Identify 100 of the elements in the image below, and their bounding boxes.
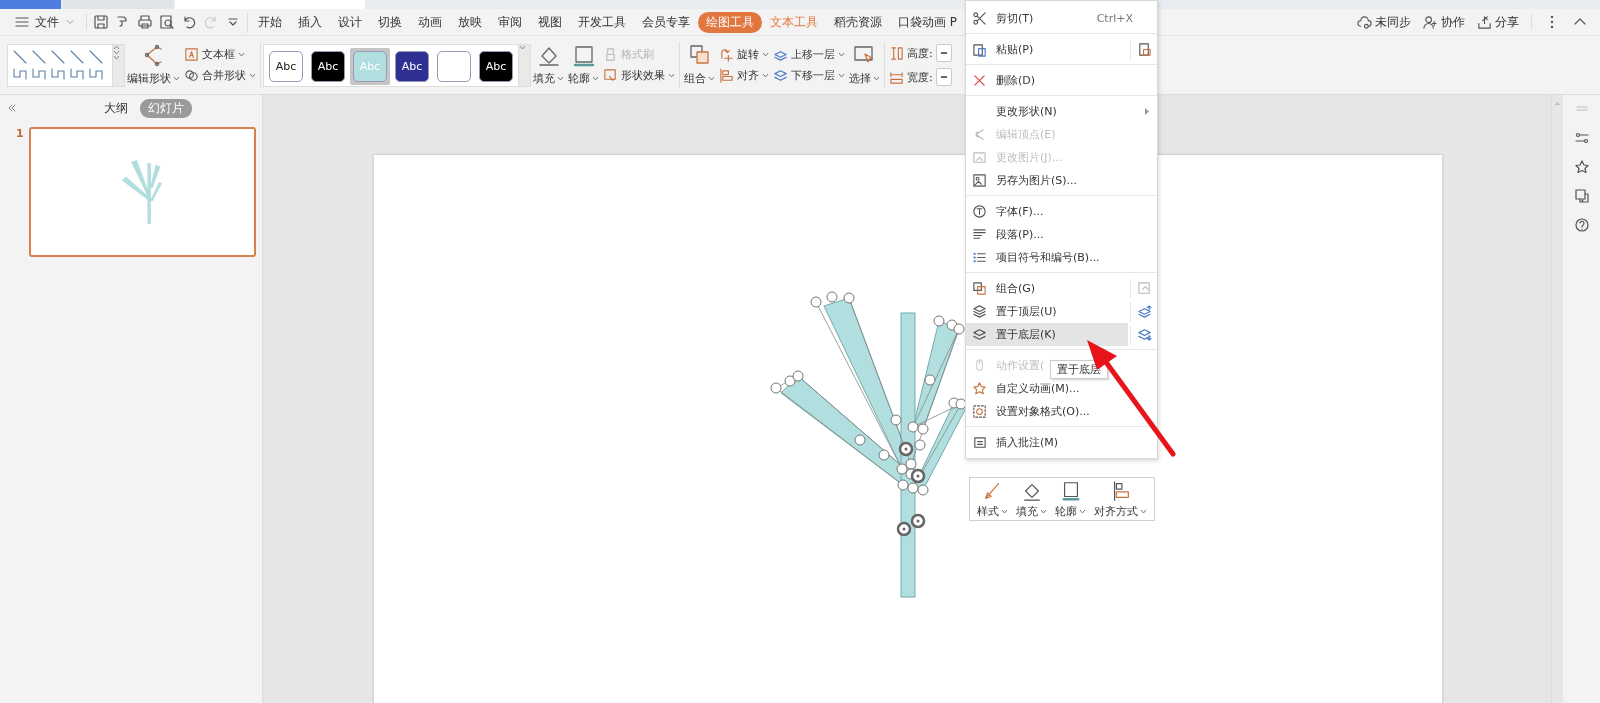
style-swatch[interactable]: Abc [311, 50, 345, 82]
size-field[interactable] [935, 68, 952, 86]
menu-item[interactable]: 自定义动画(M)... [966, 377, 1155, 400]
text-box-icon [184, 47, 199, 62]
menu-item[interactable]: 组合(G) [966, 277, 1128, 300]
ribbon-tab[interactable]: 切换 [370, 11, 410, 33]
menu-item[interactable]: 插入批注(M) [966, 431, 1155, 454]
menu-item[interactable]: 更改形状(N) [966, 100, 1155, 123]
merge-shapes-icon [184, 68, 199, 83]
cloud-icon [1357, 14, 1372, 30]
scissors-icon [972, 11, 987, 26]
change-picture-icon [972, 150, 987, 165]
ribbon-tab[interactable]: 插入 [290, 11, 330, 33]
ribbon-button[interactable]: 选择 [847, 44, 882, 86]
save-icon[interactable] [93, 14, 109, 30]
undo-icon[interactable] [181, 14, 197, 30]
slide-thumbnail[interactable] [28, 127, 256, 257]
bullet-list-icon [972, 250, 987, 265]
menu-item[interactable]: 粘贴(P) [966, 38, 1128, 61]
style-swatch[interactable] [437, 50, 471, 82]
minus-icon[interactable] [939, 49, 948, 57]
expand-icon[interactable] [519, 44, 526, 50]
person-add-icon [1423, 14, 1438, 30]
menu-item[interactable]: 置于顶层(U) [966, 300, 1128, 323]
paste-picture-icon [1136, 42, 1152, 57]
toolbar-button[interactable]: 轮廓 [1053, 479, 1088, 519]
star-icon[interactable] [1573, 159, 1590, 175]
send-to-back-icon [972, 327, 987, 342]
menu-item[interactable]: 另存为图片(S)... [966, 169, 1155, 192]
scroll-up-icon[interactable] [113, 44, 120, 50]
toolbar-button[interactable]: 填充 [1014, 479, 1049, 519]
ribbon-tab[interactable]: 视图 [530, 11, 570, 33]
shape-effects-icon [603, 68, 618, 83]
menu-item[interactable]: 项目符号和编号(B)... [966, 246, 1155, 269]
toolbar-button[interactable]: 样式 [975, 479, 1010, 519]
ribbon-tab[interactable]: 审阅 [490, 11, 530, 33]
ribbon-button[interactable]: 合并形状 [184, 68, 256, 83]
ribbon-button[interactable]: 组合 [682, 44, 717, 86]
ribbon-tab[interactable]: 设计 [330, 11, 370, 33]
swap-icon[interactable] [1573, 188, 1590, 204]
rotate-icon [719, 47, 734, 62]
expand-icon[interactable] [113, 54, 120, 60]
scrollbar[interactable] [1551, 95, 1563, 703]
menu-item[interactable]: 段落(P)... [966, 223, 1155, 246]
share-icon [1477, 14, 1492, 30]
style-swatch[interactable]: Abc [395, 50, 429, 82]
sliders-icon[interactable] [1573, 130, 1590, 146]
ribbon-button[interactable]: 上移一层 [773, 47, 845, 62]
print-icon[interactable] [137, 14, 153, 30]
ribbon-tab[interactable]: 开始 [250, 11, 290, 33]
toolbar-button[interactable]: 未同步 [1357, 13, 1411, 31]
ribbon-tab[interactable]: 会员专享 [634, 11, 698, 33]
size-field[interactable] [935, 44, 952, 62]
toolbar-button[interactable]: 对齐方式 [1092, 479, 1149, 519]
comment-icon [972, 435, 987, 450]
group-icon [1136, 281, 1152, 296]
menu-item[interactable]: 置于底层(K) [966, 323, 1128, 346]
toolbar-button[interactable]: 协作 [1423, 13, 1465, 31]
ribbon-button[interactable]: 轮廓 [566, 44, 601, 86]
edit-points-icon [972, 127, 987, 142]
menu-item[interactable]: 字体(F)... [966, 200, 1155, 223]
ribbon-button[interactable]: 文本框 [184, 47, 256, 62]
ribbon-tab[interactable]: 开发工具 [570, 11, 634, 33]
file-menu-button[interactable]: 文件 [10, 11, 80, 33]
style-swatch[interactable]: Abc [269, 50, 303, 82]
style-swatch[interactable]: Abc [479, 50, 513, 82]
collapse-panel-icon[interactable] [6, 102, 18, 114]
panel-tab[interactable]: 大纲 [96, 98, 136, 118]
ribbon-tab[interactable]: 放映 [450, 11, 490, 33]
tree-thumbnail-drawing [122, 160, 163, 224]
bring-to-front-icon [1136, 304, 1152, 319]
height-icon [889, 45, 904, 61]
ribbon-button[interactable]: 旋转 [719, 47, 769, 62]
ribbon-tab[interactable]: 动画 [410, 11, 450, 33]
ribbon-button[interactable]: 下移一层 [773, 68, 845, 83]
cross-icon [972, 73, 987, 88]
menu-item[interactable]: 删除(D) [966, 69, 1155, 92]
ribbon-button[interactable]: 对齐 [719, 68, 769, 83]
menu-item[interactable]: 设置对象格式(O)... [966, 400, 1155, 423]
tree-shape-drawing[interactable] [770, 291, 968, 598]
slide-number: 1 [16, 127, 25, 142]
field-label: 高度: [907, 45, 933, 61]
ribbon-tab[interactable]: 口袋动画 P [890, 11, 966, 33]
send-to-back-icon [1136, 327, 1152, 342]
toolbar-button[interactable]: 分享 [1477, 13, 1519, 31]
scroll-down-icon[interactable] [113, 49, 120, 55]
menu-item[interactable]: 剪切(T) Ctrl+X [966, 7, 1155, 30]
ribbon-button[interactable]: 编辑形状 [125, 44, 182, 86]
print-preview-icon[interactable] [159, 14, 175, 30]
ribbon-tab[interactable]: 稻壳资源 [826, 11, 890, 33]
group-icon [972, 281, 987, 296]
ribbon-button[interactable]: 形状效果 [603, 68, 675, 83]
bring-to-front-icon [972, 304, 987, 319]
help-icon[interactable] [1573, 217, 1590, 233]
picture-icon [972, 173, 987, 188]
format-painter-icon [603, 47, 618, 62]
menu-icon[interactable] [14, 14, 30, 30]
ribbon-button[interactable]: 填充 [531, 44, 566, 86]
minus-icon[interactable] [939, 73, 948, 81]
clipboard-icon [972, 42, 987, 57]
